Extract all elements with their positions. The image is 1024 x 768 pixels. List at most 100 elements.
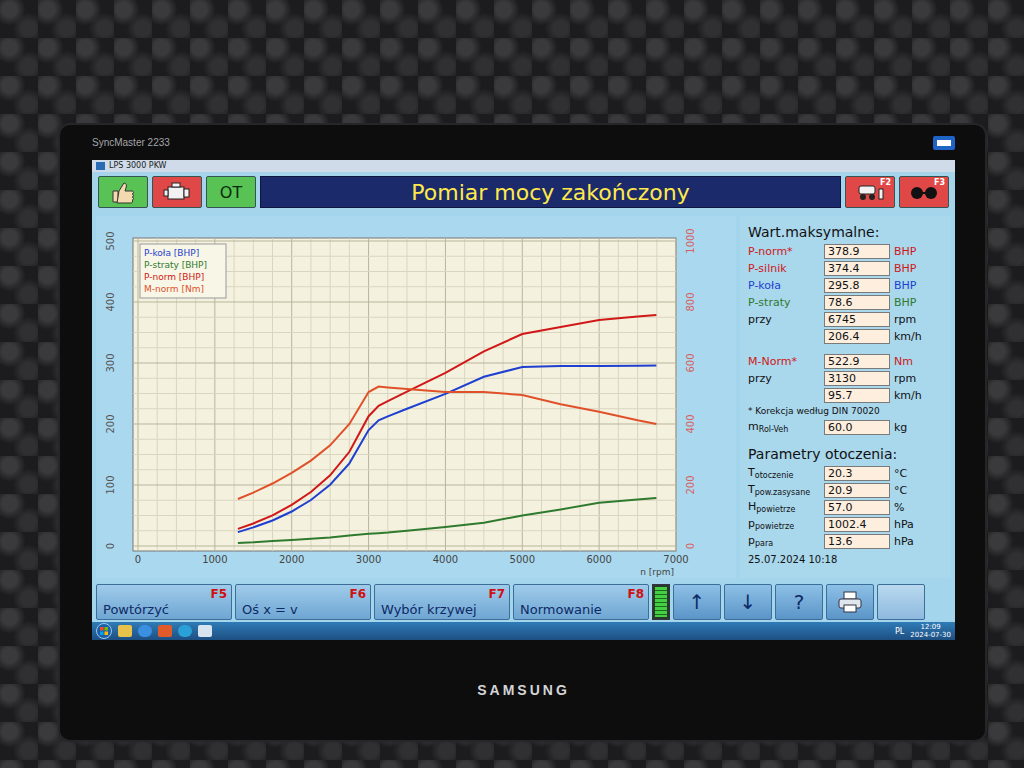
screen: LPS 3000 PKWOTPomiar mocy zakończonyF2F3… xyxy=(92,160,955,640)
blank-button[interactable] xyxy=(877,584,925,620)
ambient-label: Hpowietrze xyxy=(748,500,820,514)
ambient-label: ppowietrze xyxy=(748,517,820,531)
measurement-timestamp: 25.07.2024 10:18 xyxy=(748,554,943,565)
function-key-code: F7 xyxy=(488,587,505,601)
right-axis-tick: 800 xyxy=(685,292,696,311)
value-unit: BHP xyxy=(894,262,926,275)
ambient-unit: hPa xyxy=(894,535,926,548)
chart-canvas: 0100200300400500020040060080010000100020… xyxy=(96,216,736,578)
ot-label: OT xyxy=(220,183,242,202)
series-line xyxy=(238,366,657,532)
function-button[interactable]: F2 xyxy=(845,176,895,208)
ambient-symbol: T xyxy=(748,483,755,496)
x-axis-tick: 6000 xyxy=(586,554,611,565)
browser-icon[interactable] xyxy=(138,625,152,637)
tool-button[interactable]: ↑ xyxy=(673,584,721,620)
ot-button[interactable]: OT xyxy=(206,176,256,208)
right-axis-tick: 400 xyxy=(685,414,696,433)
function-key-code: F5 xyxy=(210,587,227,601)
mass-label: mRol-Veh xyxy=(748,420,820,434)
x-axis-label: n [rpm] xyxy=(640,567,674,577)
value-field: 374.4 xyxy=(824,261,890,276)
ambient-field: 1002.4 xyxy=(824,517,890,532)
panel-heading: Wart.maksymalne: xyxy=(748,222,943,242)
function-key[interactable]: Normowanie F8 xyxy=(513,584,649,620)
tool-button[interactable]: ? xyxy=(775,584,823,620)
ambient-row: ppowietrze 1002.4 hPa xyxy=(748,516,943,532)
legend-item: P-norm [BHP] xyxy=(144,272,204,282)
value-label: przy xyxy=(748,313,820,326)
function-key-code: F6 xyxy=(349,587,366,601)
main-area: 0100200300400500020040060080010000100020… xyxy=(92,216,955,578)
print-button[interactable] xyxy=(826,584,874,620)
clock[interactable]: 12:092024-07-30 xyxy=(910,623,951,639)
value-label: P-silnik xyxy=(748,262,820,275)
ambient-row: ppara13.6hPa xyxy=(748,533,943,549)
header: OT Pomiar mocy zakończony F2 F3 xyxy=(92,172,955,212)
ambient-row: Hpowietrze57.0% xyxy=(748,499,943,515)
function-key-label: Normowanie xyxy=(520,603,602,617)
app-window-icon[interactable] xyxy=(198,625,212,637)
ambient-unit: °C xyxy=(894,467,926,480)
function-key-code: F8 xyxy=(627,587,644,601)
ambient-subscript: para xyxy=(755,539,773,548)
confirm-button[interactable] xyxy=(98,176,148,208)
ambient-unit: hPa xyxy=(894,518,926,531)
mass-unit: kg xyxy=(894,421,926,434)
value-row: P-straty78.6BHP xyxy=(748,294,943,310)
function-key-label: Wybór krzywej xyxy=(381,603,477,617)
monitor-bottom-bezel: SAMSUNG xyxy=(92,640,955,740)
engine-button[interactable] xyxy=(152,176,202,208)
series-line xyxy=(238,387,657,500)
folder-icon[interactable] xyxy=(118,625,132,637)
chart-legend: P-koła [BHP]P-straty [BHP]P-norm [BHP]M-… xyxy=(140,244,226,298)
ambient-subscript: otoczenie xyxy=(755,471,794,480)
tool-symbol: ↓ xyxy=(740,590,757,614)
clock-date: 2024-07-30 xyxy=(910,631,951,639)
ambient-symbol: H xyxy=(748,500,756,513)
monitor-top-bezel: SyncMaster 2233 xyxy=(92,125,955,160)
status-title-text: Pomiar mocy zakończony xyxy=(411,180,689,205)
x-axis-tick: 4000 xyxy=(433,554,458,565)
value-field: 3130 xyxy=(824,371,890,386)
value-row: P-norm*378.9BHP xyxy=(748,243,943,259)
function-key[interactable]: Wybór krzywej F7 xyxy=(374,584,510,620)
engine-icon xyxy=(162,181,192,203)
printer-icon xyxy=(836,590,864,614)
x-axis-tick: 3000 xyxy=(356,554,381,565)
language-indicator[interactable]: PL xyxy=(895,627,904,636)
monitor-brand: SAMSUNG xyxy=(477,682,570,698)
value-row: przy6745rpm xyxy=(748,311,943,327)
value-field: 295.8 xyxy=(824,278,890,293)
taskbar: PL 12:092024-07-30 xyxy=(92,622,955,640)
plot-area xyxy=(133,238,676,551)
function-key-badge: F3 xyxy=(934,178,945,187)
monitor: SyncMaster 2233LPS 3000 PKWOTPomiar mocy… xyxy=(60,125,985,740)
tool-button[interactable]: ↓ xyxy=(724,584,772,620)
left-axis-tick: 300 xyxy=(105,353,116,372)
status-indicator xyxy=(652,584,670,620)
status-title: Pomiar mocy zakończony xyxy=(260,176,841,208)
right-axis-tick: 600 xyxy=(685,353,696,372)
max-values-panel: Wart.maksymalne:P-norm*378.9BHP P-silnik 3… xyxy=(740,216,951,578)
function-key[interactable]: PowtórzyćF5 xyxy=(96,584,232,620)
start-icon xyxy=(96,623,112,639)
edge-icon[interactable] xyxy=(178,625,192,637)
value-row: M-Norm*522.9Nm xyxy=(748,353,943,369)
value-field: 378.9 xyxy=(824,244,890,259)
spacer xyxy=(748,345,943,352)
value-label: przy xyxy=(748,372,820,385)
ambient-subscript: powietrze xyxy=(756,505,795,514)
legend-item: M-norm [Nm] xyxy=(144,284,204,294)
function-button[interactable]: F3 xyxy=(899,176,949,208)
function-key[interactable]: Oś x = vF6 xyxy=(235,584,371,620)
value-unit: km/h xyxy=(894,330,926,343)
media-icon[interactable] xyxy=(158,625,172,637)
indicator-fill xyxy=(655,587,667,617)
value-field: 522.9 xyxy=(824,354,890,369)
series-line xyxy=(238,498,657,543)
plot-grid xyxy=(133,238,676,551)
value-unit: BHP xyxy=(894,296,926,309)
value-label: M-Norm* xyxy=(748,355,820,368)
app-icon xyxy=(96,162,105,170)
